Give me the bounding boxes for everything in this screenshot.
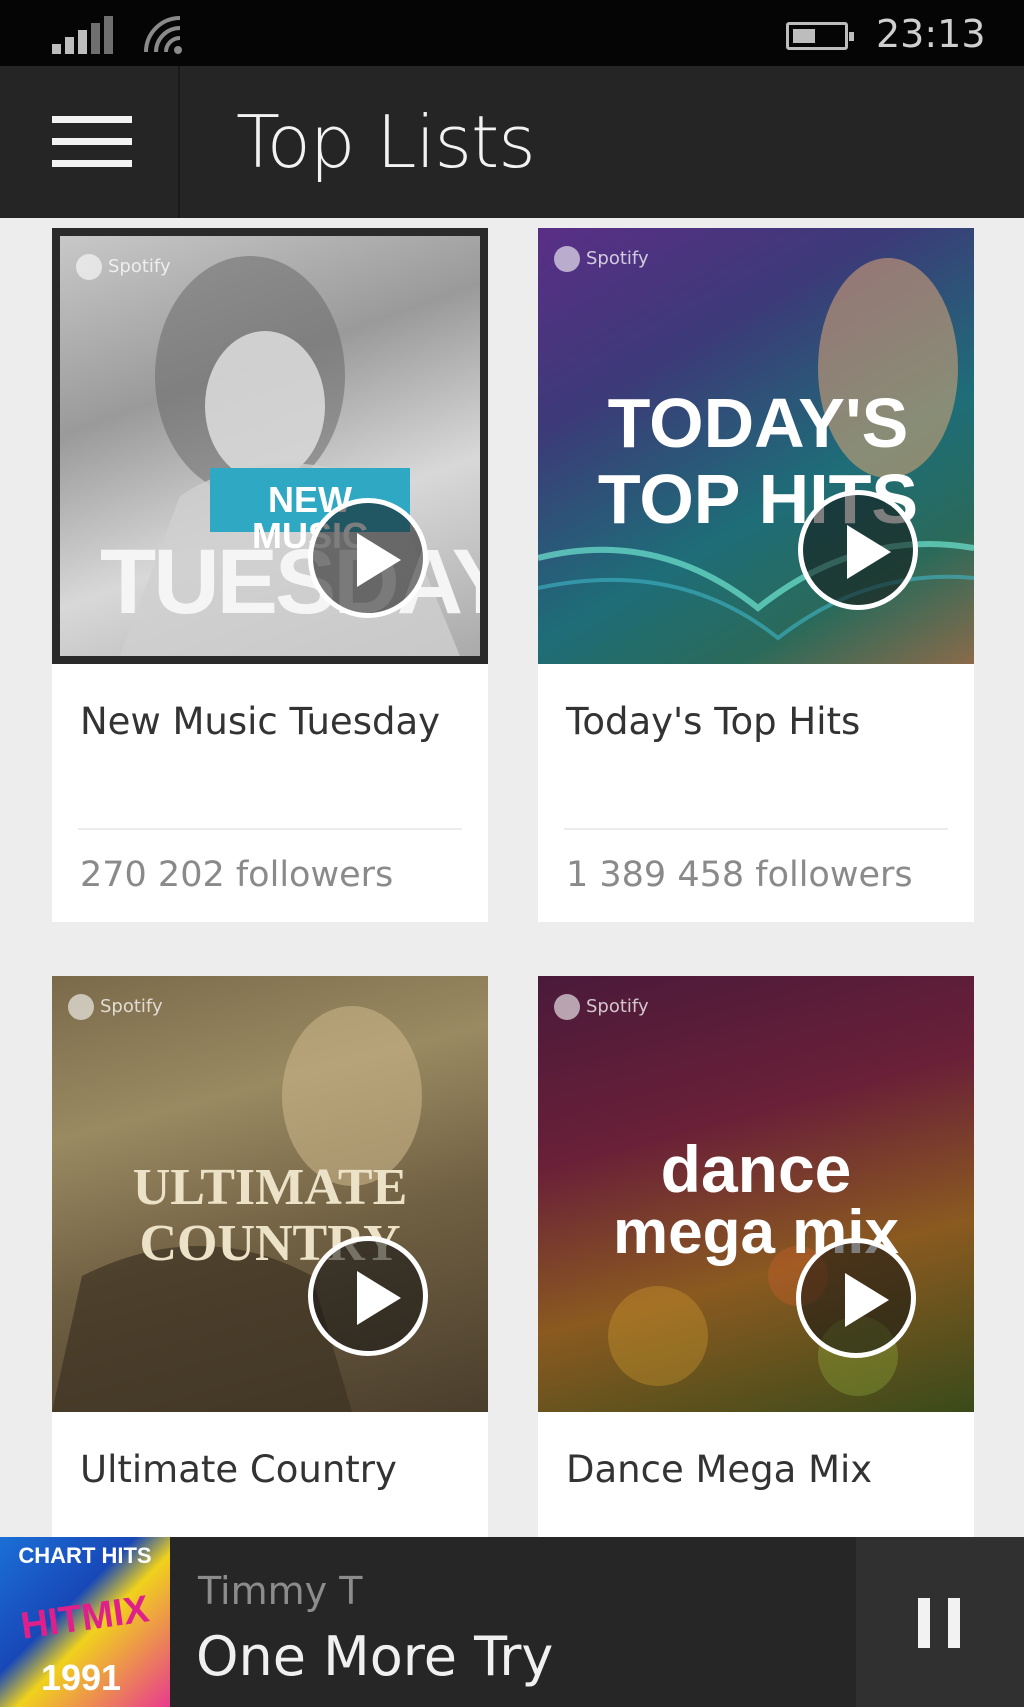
playlist-title: Ultimate Country (80, 1448, 397, 1491)
now-playing-artist: Timmy T (198, 1569, 363, 1613)
play-icon[interactable] (308, 1236, 428, 1356)
album-art-top-text: CHART HITS (18, 1543, 152, 1568)
playlist-followers: 1 389 458 followers (566, 855, 913, 895)
battery-icon (786, 22, 854, 50)
playlist-card-new-music-tuesday[interactable]: Spotify NEW MUSIC TUESDAY New Music Tues… (52, 228, 488, 922)
album-art-middle-text: HITMIX (18, 1588, 152, 1648)
playlist-card-dance-mega-mix[interactable]: Spotify dance mega mix Dance Mega Mix (538, 976, 974, 1537)
playlist-card-ultimate-country[interactable]: Spotify ULTIMATE COUNTRY Ultimate Countr… (52, 976, 488, 1537)
app-header: Top Lists (0, 66, 1024, 218)
play-icon[interactable] (796, 1238, 916, 1358)
spotify-logo: Spotify (554, 246, 649, 272)
playlist-cover[interactable]: Spotify ULTIMATE COUNTRY (52, 976, 488, 1412)
cover-line-1: TODAY'S (607, 384, 909, 462)
cover-line-1: ULTIMATE (132, 1159, 408, 1216)
playlist-cover[interactable]: Spotify TODAY'S TOP HITS (538, 228, 974, 664)
playlist-cover[interactable]: Spotify dance mega mix (538, 976, 974, 1412)
signal-icon (52, 16, 116, 54)
spotify-logo: Spotify (76, 254, 171, 280)
cover-line-1: dance (660, 1132, 852, 1206)
spotify-logo: Spotify (68, 994, 163, 1020)
playlist-cover[interactable]: Spotify NEW MUSIC TUESDAY (52, 228, 488, 664)
now-playing-bar[interactable]: CHART HITS HITMIX 1991 Timmy T One More … (0, 1537, 1024, 1707)
playlist-title: Dance Mega Mix (566, 1448, 873, 1491)
playlist-title: Today's Top Hits (566, 700, 861, 743)
pause-icon[interactable] (856, 1537, 1024, 1707)
status-bar: 23:13 (0, 0, 1024, 66)
playlist-card-todays-top-hits[interactable]: Spotify TODAY'S TOP HITS Today's Top Hit… (538, 228, 974, 922)
playlist-followers: 270 202 followers (80, 855, 394, 895)
card-divider (564, 828, 948, 830)
hamburger-menu-icon[interactable] (0, 66, 180, 218)
card-divider (78, 828, 462, 830)
page-title: Top Lists (236, 100, 536, 184)
play-icon[interactable] (798, 490, 918, 610)
now-playing-album-art[interactable]: CHART HITS HITMIX 1991 (0, 1537, 170, 1707)
album-art-bottom-text: 1991 (40, 1657, 122, 1698)
spotify-logo: Spotify (554, 994, 649, 1020)
status-time: 23:13 (876, 12, 986, 56)
now-playing-title: One More Try (196, 1625, 554, 1688)
play-icon[interactable] (308, 498, 428, 618)
wifi-icon (144, 16, 182, 54)
playlist-title: New Music Tuesday (80, 700, 441, 743)
